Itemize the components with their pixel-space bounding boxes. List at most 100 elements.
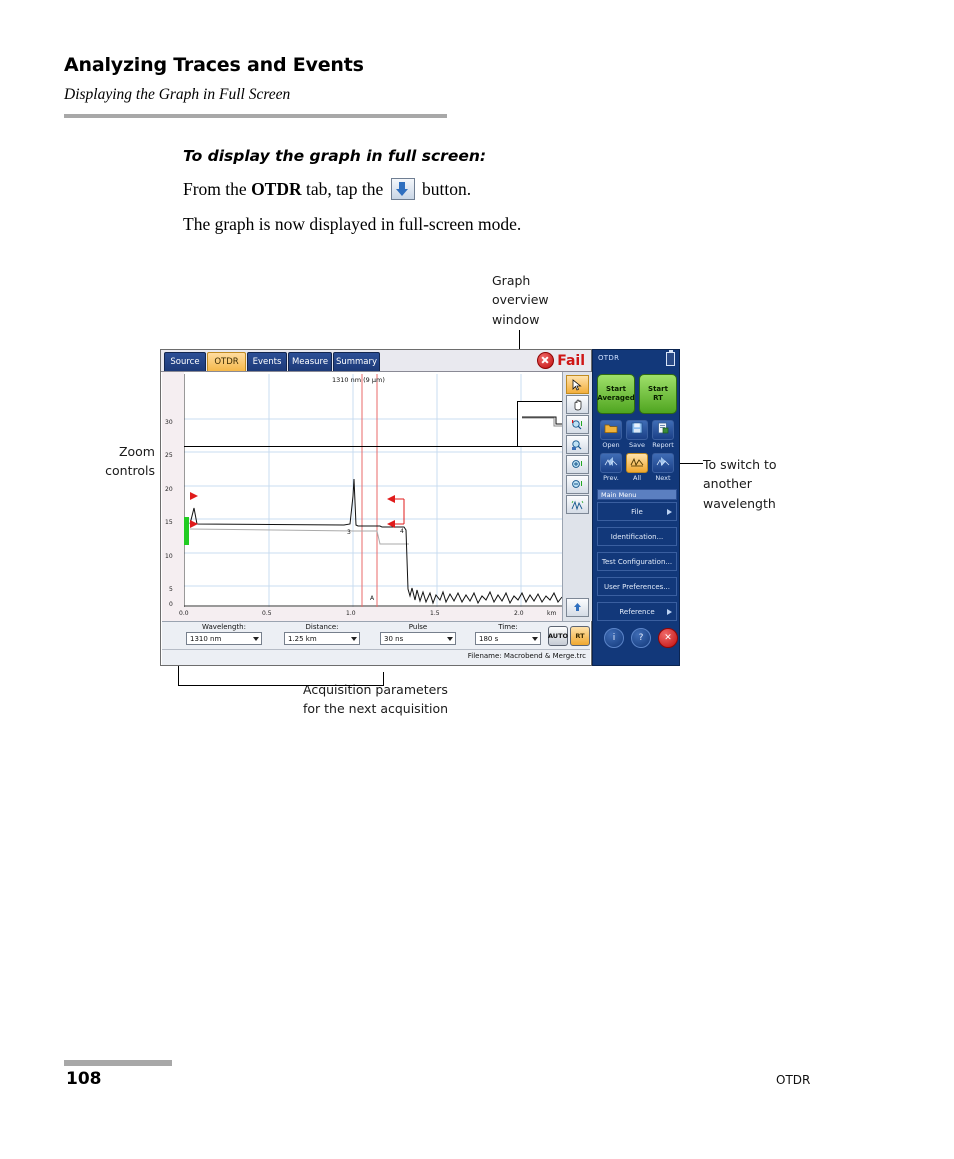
- wavelength-value: 1310 nm: [190, 635, 222, 643]
- menu-item-user-preferences[interactable]: User Preferences...: [597, 577, 677, 596]
- magnifier-plus-icon: [567, 456, 588, 473]
- leader-line-switch-h: [690, 463, 703, 464]
- graph-overview-window[interactable]: [517, 401, 562, 447]
- y-tick-25: 25: [165, 452, 173, 459]
- help-button[interactable]: ?: [631, 628, 651, 648]
- header-divider: [64, 114, 447, 118]
- callout-switch-wavelength: To switch to another wavelength: [703, 457, 777, 511]
- menu-item-reference-label: Reference: [619, 607, 655, 616]
- start-rt-button[interactable]: Start RT: [639, 374, 677, 414]
- next-trace-icon: [656, 454, 670, 472]
- time-label: Time:: [498, 623, 518, 631]
- x-tick-1: 0.5: [262, 610, 272, 617]
- next-trace-button[interactable]: [652, 453, 674, 473]
- svg-text:4: 4: [400, 528, 404, 535]
- procedure-result: The graph is now displayed in full-scree…: [183, 214, 522, 234]
- menu-item-reference[interactable]: Reference: [597, 602, 677, 621]
- step-suffix: tab, tap the: [301, 179, 388, 199]
- magnifier-reset-icon: [567, 436, 588, 453]
- open-button[interactable]: [600, 420, 622, 440]
- footer-label: OTDR: [776, 1073, 811, 1087]
- filename-bar: Filename: Macrobend & Merge.trc: [162, 649, 590, 665]
- pointer-tool-button[interactable]: [566, 375, 589, 394]
- section-title: Displaying the Graph in Full Screen: [64, 86, 291, 103]
- chevron-right-icon: [667, 509, 672, 515]
- magnifier-marker-icon: [567, 416, 588, 433]
- leader-line-acq-h: [178, 685, 383, 686]
- zoom-out-tool-button[interactable]: [566, 475, 589, 494]
- y-tick-0: 0: [169, 601, 173, 608]
- tab-otdr[interactable]: OTDR: [207, 352, 246, 371]
- tab-source[interactable]: Source: [164, 352, 206, 371]
- y-tick-15: 15: [165, 519, 173, 526]
- trace-plot[interactable]: 3 4 A 1310 nm (9 µm): [184, 374, 562, 607]
- zoom-events-tool-button[interactable]: [566, 495, 589, 514]
- cursor-arrow-icon: [567, 376, 588, 393]
- start-rt-label: Start RT: [648, 385, 668, 402]
- tab-summary[interactable]: Summary: [333, 352, 380, 371]
- x-tick-0: 0.0: [179, 610, 189, 617]
- next-label: Next: [655, 474, 671, 482]
- tab-measure[interactable]: Measure: [288, 352, 332, 371]
- magnifier-minus-icon: [567, 476, 588, 493]
- status-badge: Fail: [537, 352, 585, 369]
- fail-x-icon: [537, 352, 555, 369]
- trace-wavelength-label: 1310 nm (9 µm): [332, 376, 385, 384]
- all-traces-icon: [630, 454, 644, 472]
- info-icon: i: [612, 633, 616, 643]
- arrow-up-icon: [567, 599, 588, 616]
- distance-value: 1.25 km: [288, 635, 317, 643]
- zoom-reference-line: [184, 446, 562, 447]
- chevron-down-icon: [447, 637, 453, 641]
- chevron-down-icon: [253, 637, 259, 641]
- prev-trace-button[interactable]: [600, 453, 622, 473]
- menu-item-identification[interactable]: Identification...: [597, 527, 677, 546]
- distance-select[interactable]: 1.25 km: [284, 632, 360, 645]
- otdr-device-screenshot: Source OTDR Events Measure Summary Fail …: [160, 349, 593, 666]
- time-select[interactable]: 180 s: [475, 632, 541, 645]
- filename-label: Filename: Macrobend & Merge.trc: [467, 652, 586, 660]
- svg-text:3: 3: [347, 529, 351, 536]
- previous-trace-icon: [604, 454, 618, 472]
- auto-button-label: AUTO: [547, 632, 569, 640]
- menu-item-test-configuration[interactable]: Test Configuration...: [597, 552, 677, 571]
- pulse-value: 30 ns: [384, 635, 404, 643]
- rt-button[interactable]: RT: [570, 626, 590, 646]
- callout-graph-overview: Graph overview window: [492, 273, 549, 327]
- report-button[interactable]: [652, 420, 674, 440]
- leader-line-acq-v: [383, 672, 384, 686]
- chapter-title: Analyzing Traces and Events: [64, 54, 364, 76]
- chevron-down-icon: [532, 637, 538, 641]
- x-tick-4: 2.0: [514, 610, 524, 617]
- zoom-reset-tool-button[interactable]: [566, 435, 589, 454]
- x-tick-3: 1.5: [430, 610, 440, 617]
- close-icon: ✕: [664, 633, 672, 643]
- auto-button[interactable]: AUTO: [548, 626, 568, 646]
- full-screen-button-icon: [390, 178, 415, 200]
- zoom-in-tool-button[interactable]: [566, 455, 589, 474]
- all-traces-button[interactable]: [626, 453, 648, 473]
- scroll-up-button[interactable]: [566, 598, 589, 617]
- callout-zoom-controls: Zoom controls: [105, 444, 155, 479]
- start-averaged-button[interactable]: Start Averaged: [597, 374, 635, 414]
- chevron-right-icon: [667, 609, 672, 615]
- footer-divider: [64, 1060, 172, 1066]
- close-button[interactable]: ✕: [658, 628, 678, 648]
- wavelength-label: Wavelength:: [202, 623, 246, 631]
- y-tick-30: 30: [165, 419, 173, 426]
- procedure-step-1: From the OTDR tab, tap the button.: [183, 178, 471, 200]
- menu-item-test-configuration-label: Test Configuration...: [601, 557, 673, 566]
- info-button[interactable]: i: [604, 628, 624, 648]
- save-button[interactable]: [626, 420, 648, 440]
- pulse-select[interactable]: 30 ns: [380, 632, 456, 645]
- menu-item-file[interactable]: File: [597, 502, 677, 521]
- tab-events[interactable]: Events: [247, 352, 287, 371]
- callout-acquisition-parameters: Acquisition parameters for the next acqui…: [303, 682, 449, 716]
- zoom-marker-tool-button[interactable]: [566, 415, 589, 434]
- wavelength-select[interactable]: 1310 nm: [186, 632, 262, 645]
- side-panel-title: OTDR: [598, 354, 620, 362]
- pan-hand-tool-button[interactable]: [566, 395, 589, 414]
- question-icon: ?: [638, 633, 644, 643]
- chevron-down-icon: [351, 637, 357, 641]
- distance-label: Distance:: [305, 623, 339, 631]
